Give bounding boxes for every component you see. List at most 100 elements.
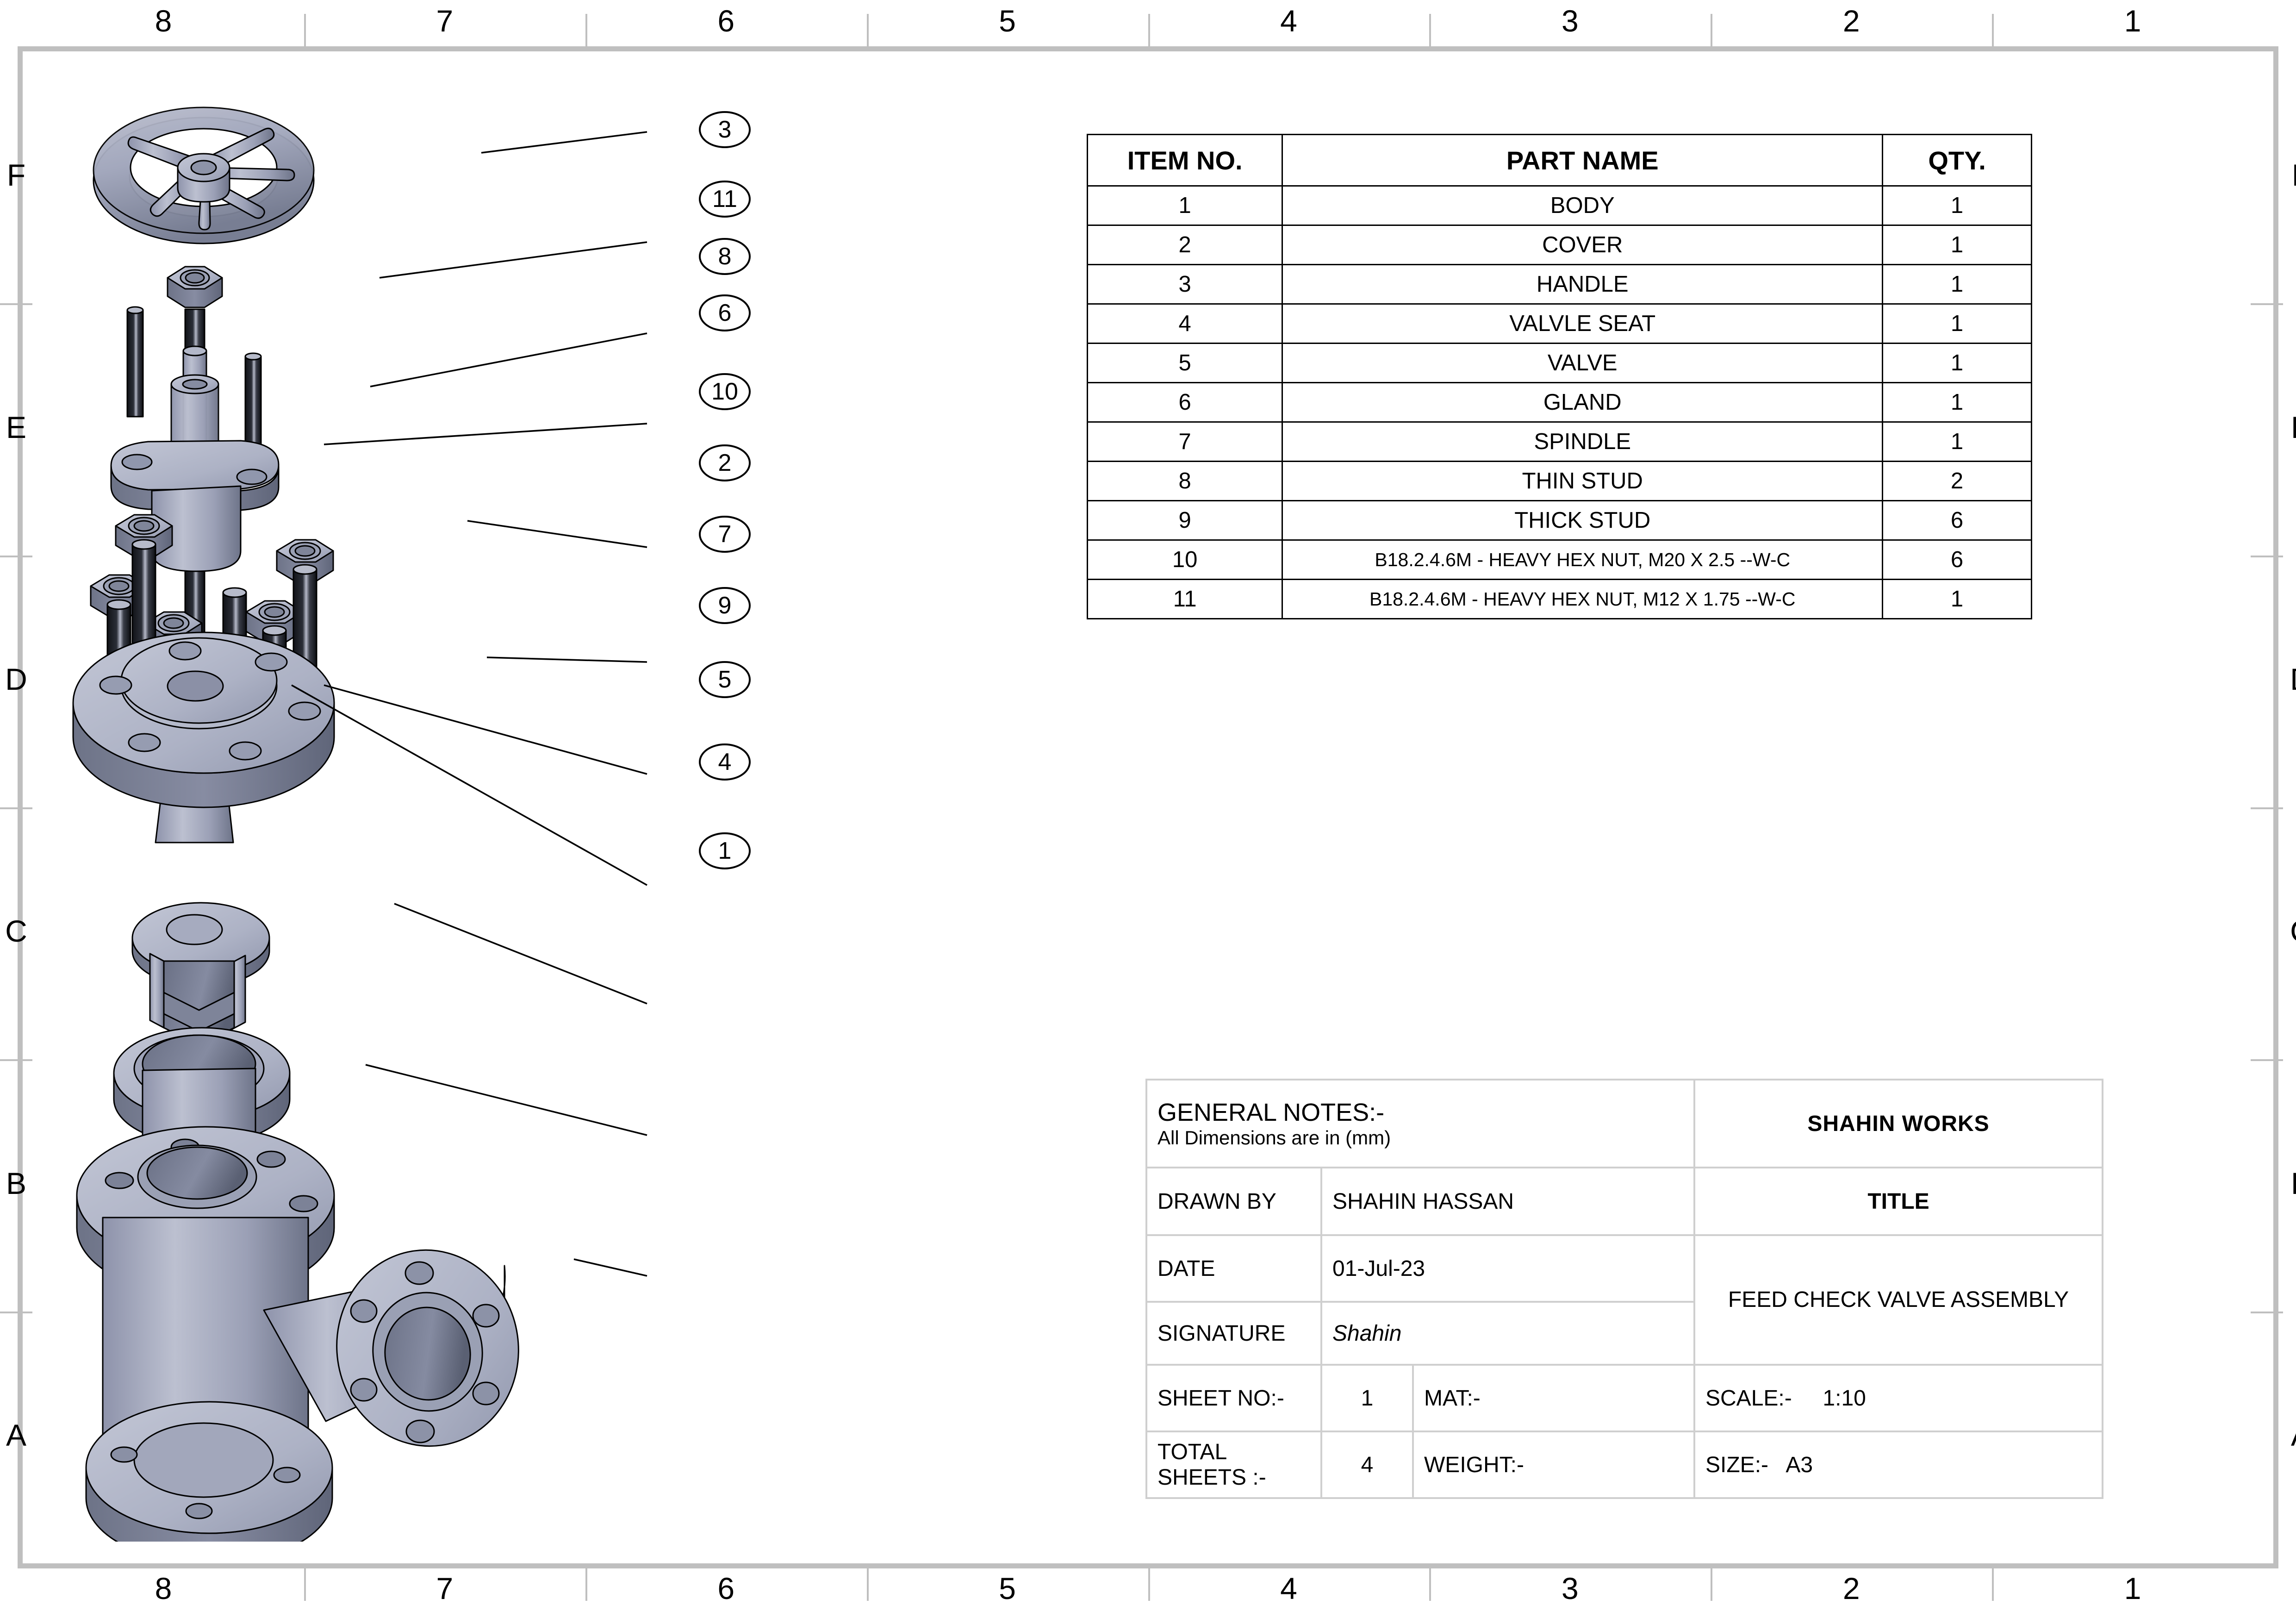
bom-header-part-name: PART NAME (1282, 134, 1884, 187)
title-block-drawn-row: DRAWN BY SHAHIN HASSAN TITLE (1145, 1167, 2103, 1236)
bom-cell-item-no: 7 (1086, 421, 1283, 462)
zone-tick-right (2251, 1059, 2283, 1062)
bom-cell-part-name: COVER (1282, 225, 1884, 265)
bill-of-materials-table: ITEM NO. PART NAME QTY. 1 BODY 1 2 COVER 1 3 HA… (1086, 134, 2032, 619)
scale-cell: SCALE:- 1:10 (1693, 1364, 2103, 1432)
size-cell: SIZE:- A3 (1693, 1430, 2103, 1499)
zone-number-bottom: 6 (717, 1571, 735, 1605)
bom-cell-part-name: BODY (1282, 185, 1884, 226)
drawn-by-value: SHAHIN HASSAN (1320, 1167, 1695, 1236)
bom-row: 10 B18.2.4.6M - HEAVY HEX NUT, M20 X 2.5 … (1086, 539, 2032, 580)
part-valve (131, 902, 270, 1046)
zone-letter-left: A (6, 1418, 27, 1452)
zone-letter-left: D (5, 662, 27, 696)
bom-cell-qty: 2 (1882, 461, 2032, 501)
title-block-notes-row: GENERAL NOTES:- All Dimensions are in (m… (1145, 1079, 2103, 1168)
zone-letter-left: B (6, 1166, 27, 1200)
bom-cell-part-name: HANDLE (1282, 264, 1884, 305)
zone-tick-right (2251, 1311, 2283, 1313)
zone-letter-right: E (2285, 412, 2296, 443)
zone-tick-top (1992, 14, 1994, 46)
bom-cell-item-no: 11 (1086, 579, 1283, 619)
zone-number-top: 7 (436, 4, 454, 38)
bom-cell-item-no: 10 (1086, 539, 1283, 580)
valve-assembly-drawing (72, 106, 519, 1542)
bom-header-row: ITEM NO. PART NAME QTY. (1086, 134, 2032, 187)
zone-number-bottom: 1 (2124, 1571, 2141, 1605)
bom-cell-item-no: 6 (1086, 382, 1283, 423)
part-cover (72, 631, 335, 808)
size-label: SIZE:- (1705, 1452, 1769, 1477)
bom-cell-qty: 1 (1882, 185, 2032, 226)
zone-letter-right: D (2285, 664, 2296, 694)
bom-cell-qty: 1 (1882, 303, 2032, 344)
zone-number-bottom: 8 (155, 1571, 172, 1605)
company-name: SHAHIN WORKS (1693, 1079, 2103, 1168)
zone-tick-top (866, 14, 869, 46)
bom-cell-item-no: 8 (1086, 461, 1283, 501)
bom-row: 8 THIN STUD 2 (1086, 461, 2032, 501)
bom-cell-qty: 1 (1882, 382, 2032, 423)
bom-cell-part-name: VALVLE SEAT (1282, 303, 1884, 344)
bom-cell-item-no: 3 (1086, 264, 1283, 305)
zone-number-top: 2 (1842, 4, 1860, 38)
title-label: TITLE (1693, 1167, 2103, 1236)
zone-tick-top (1148, 14, 1150, 46)
zone-tick-top (304, 14, 306, 46)
general-notes-cell: GENERAL NOTES:- All Dimensions are in (m… (1145, 1079, 1695, 1168)
zone-tick-bottom (304, 1568, 306, 1601)
bom-cell-part-name: GLAND (1282, 382, 1884, 423)
zone-tick-bottom (585, 1568, 587, 1601)
zone-tick-left (0, 555, 32, 557)
zone-letter-left: E (6, 410, 27, 444)
general-notes-heading: GENERAL NOTES:- (1157, 1099, 1385, 1126)
total-sheets-label: TOTAL SHEETS :- (1145, 1430, 1322, 1499)
bom-row: 7 SPINDLE 1 (1086, 421, 2032, 462)
bom-row: 3 HANDLE 1 (1086, 264, 2032, 305)
size-value: A3 (1786, 1452, 1813, 1477)
mat-label: MAT:- (1412, 1364, 1695, 1432)
zone-tick-top (1711, 14, 1713, 46)
zone-tick-bottom (1711, 1568, 1713, 1601)
zone-tick-bottom (1992, 1568, 1994, 1601)
zone-number-top: 8 (155, 4, 172, 38)
bom-cell-item-no: 2 (1086, 225, 1283, 265)
zone-letter-right: F (2285, 160, 2296, 190)
scale-value: 1:10 (1823, 1386, 1866, 1411)
bom-row: 6 GLAND 1 (1086, 382, 2032, 423)
bom-cell-part-name: B18.2.4.6M - HEAVY HEX NUT, M20 X 2.5 --… (1282, 539, 1884, 580)
zone-tick-bottom (866, 1568, 869, 1601)
zone-tick-bottom (1148, 1568, 1150, 1601)
zone-letter-right: A (2285, 1420, 2296, 1450)
bom-cell-item-no: 1 (1086, 185, 1283, 226)
bom-cell-item-no: 5 (1086, 343, 1283, 383)
zone-number-bottom: 2 (1842, 1571, 1860, 1605)
drawn-by-label: DRAWN BY (1145, 1167, 1322, 1236)
zone-tick-top (1429, 14, 1431, 46)
zone-number-bottom: 3 (1561, 1571, 1579, 1605)
zone-letter-left: C (5, 914, 27, 949)
date-value: 01-Jul-23 (1320, 1234, 1695, 1303)
bom-cell-qty: 1 (1882, 579, 2032, 619)
general-notes-body: All Dimensions are in (mm) (1157, 1127, 1391, 1149)
bom-cell-qty: 6 (1882, 539, 2032, 580)
total-sheets-value: 4 (1320, 1430, 1414, 1499)
bom-body: 1 BODY 1 2 COVER 1 3 HANDLE 1 4 VALVLE SEAT 1 5 VALVE… (1086, 185, 2032, 619)
zone-number-top: 4 (1280, 4, 1297, 38)
zone-tick-top (585, 14, 587, 46)
signature-value: Shahin (1320, 1301, 1695, 1366)
bom-cell-part-name: THICK STUD (1282, 500, 1884, 541)
zone-letter-right: B (2285, 1168, 2296, 1199)
part-hex-nut-m12 (167, 266, 223, 308)
date-label: DATE (1145, 1234, 1322, 1303)
zone-number-top: 6 (717, 4, 735, 38)
zone-number-top: 3 (1561, 4, 1579, 38)
sheet-no-label: SHEET NO:- (1145, 1364, 1322, 1432)
bom-cell-qty: 1 (1882, 225, 2032, 265)
title-value: FEED CHECK VALVE ASSEMBLY (1693, 1234, 2103, 1366)
exploded-assembly-view (46, 60, 768, 1542)
title-block-sheet-row: SHEET NO:- 1 MAT:- SCALE:- 1:10 (1145, 1364, 2103, 1432)
zone-number-top: 5 (999, 4, 1016, 38)
zone-tick-bottom (1429, 1568, 1431, 1601)
zone-letter-right: C (2285, 916, 2296, 946)
